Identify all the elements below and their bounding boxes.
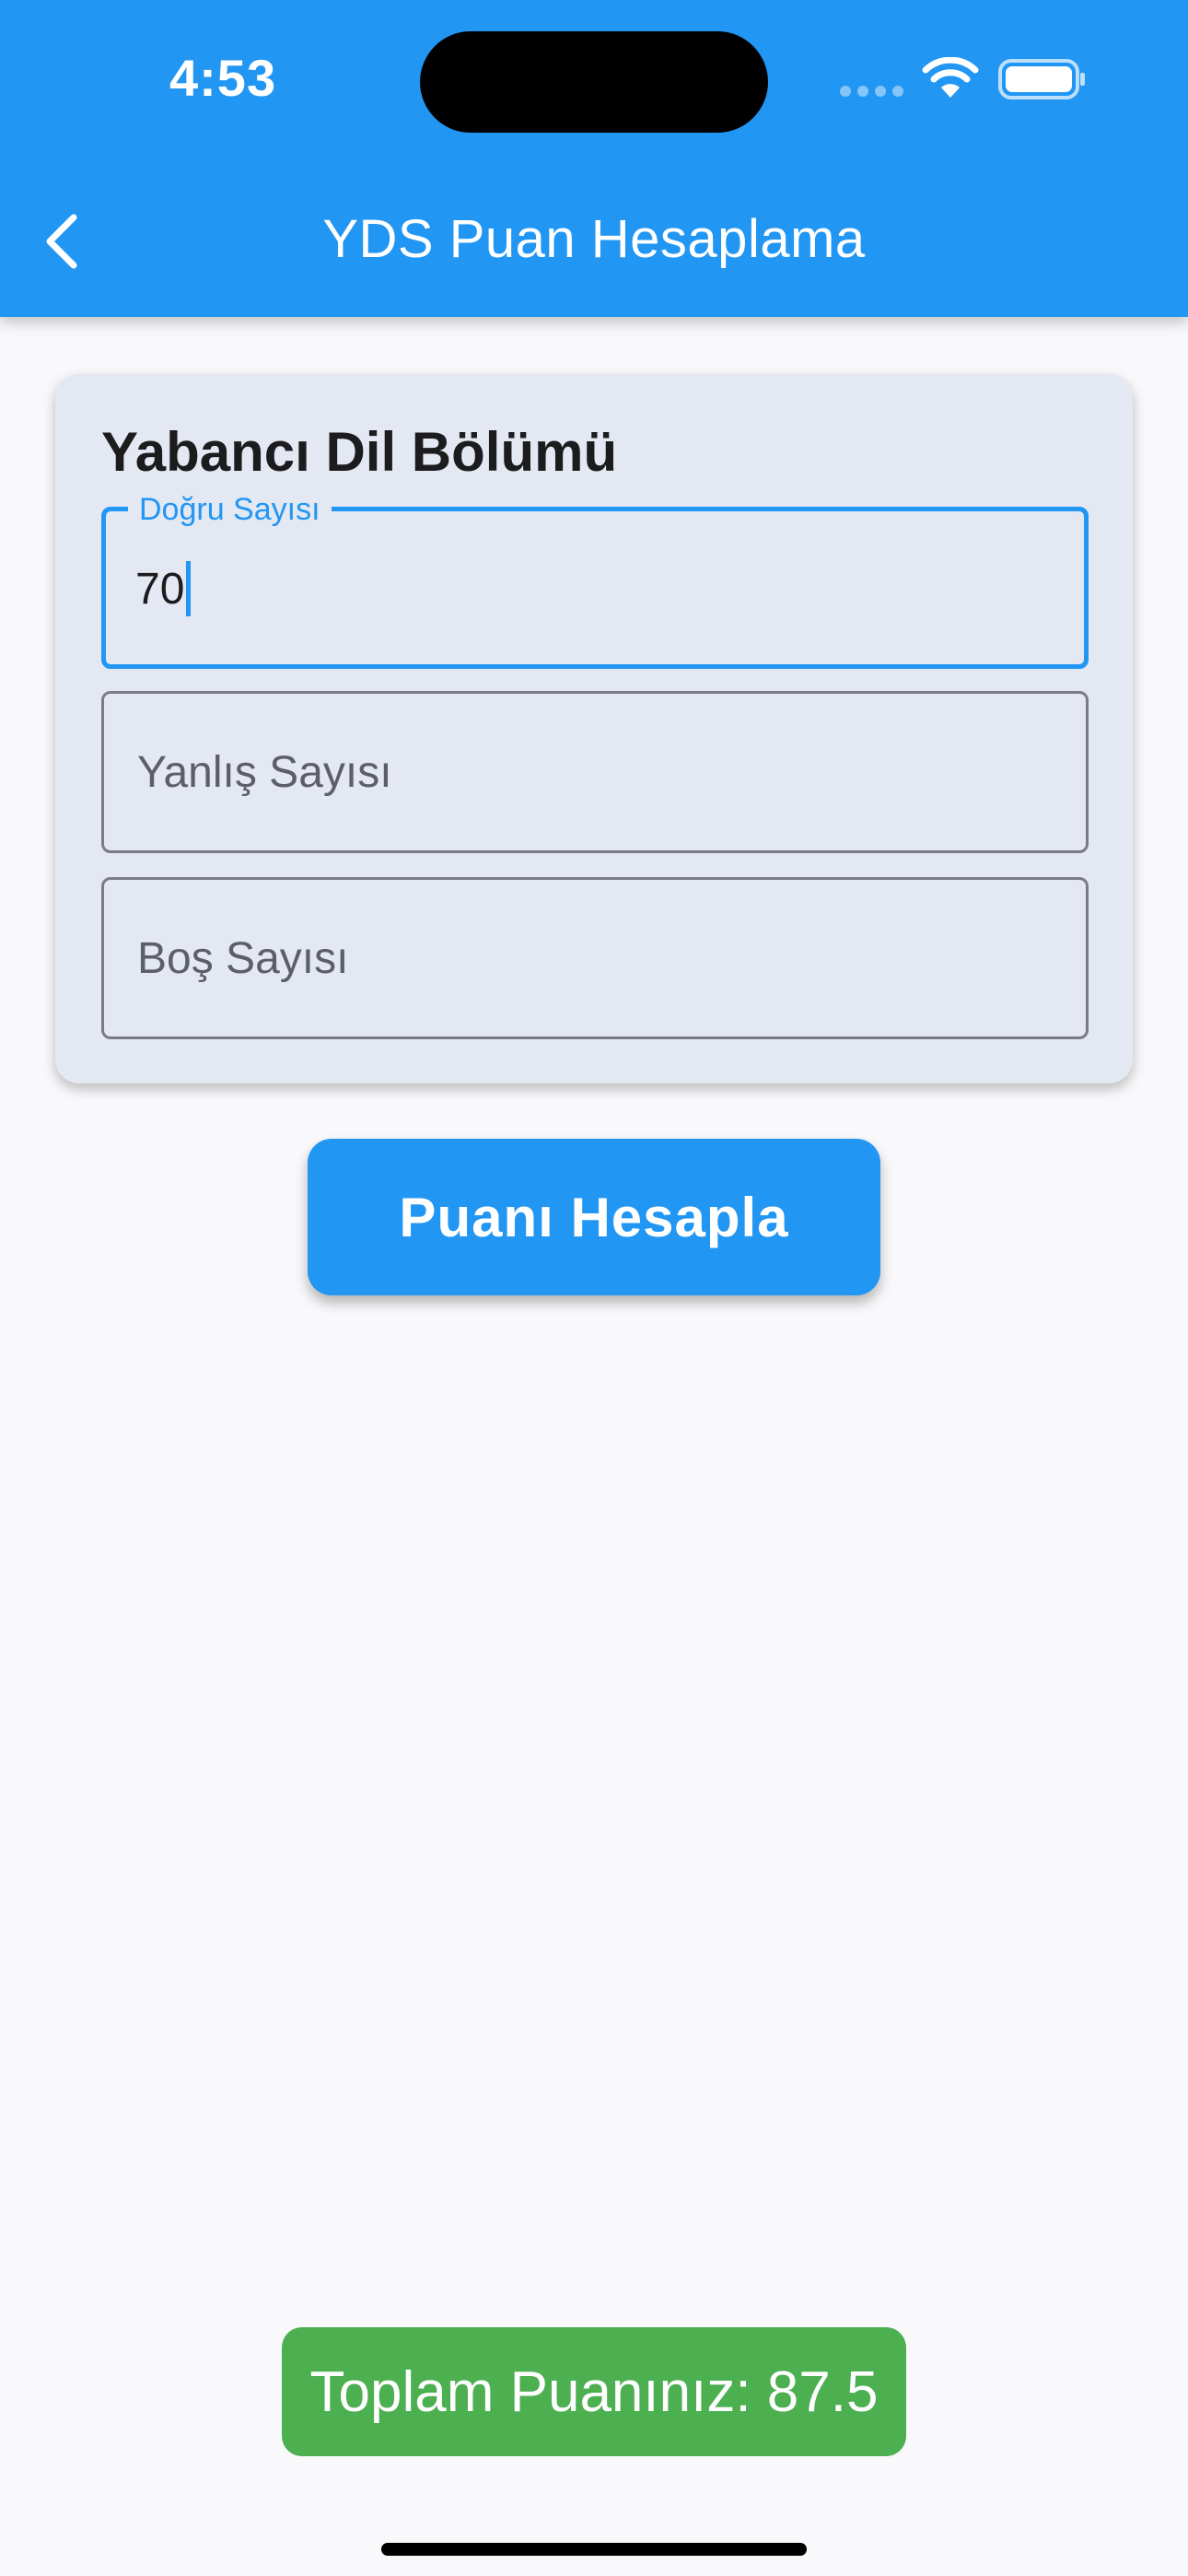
home-indicator[interactable] [381, 2543, 807, 2556]
section-card: Yabancı Dil Bölümü Doğru Sayısı 70 Yanlı… [55, 374, 1133, 1083]
screen: 4:53 YDS Puan Hesaplama Yabancı Dil Bölü… [0, 0, 1188, 2576]
wrong-count-input[interactable]: Yanlış Sayısı [101, 691, 1089, 853]
wifi-icon [922, 57, 979, 98]
total-score-result: Toplam Puanınız: 87.5 [282, 2327, 906, 2456]
page-title: YDS Puan Hesaplama [322, 209, 866, 269]
cellular-signal-icon [840, 86, 904, 99]
empty-count-input[interactable]: Boş Sayısı [101, 877, 1089, 1039]
app-bar: 4:53 YDS Puan Hesaplama [0, 0, 1188, 317]
calculate-score-button[interactable]: Puanı Hesapla [308, 1139, 880, 1295]
dynamic-island [420, 31, 768, 133]
empty-count-placeholder: Boş Sayısı [137, 934, 349, 983]
correct-count-value: 70 [135, 561, 192, 616]
text-caret [186, 561, 192, 616]
wrong-count-placeholder: Yanlış Sayısı [137, 748, 392, 797]
correct-count-input[interactable]: Doğru Sayısı 70 [101, 491, 1089, 669]
correct-count-text: 70 [135, 564, 185, 614]
correct-count-label: Doğru Sayısı [128, 491, 332, 528]
status-time: 4:53 [169, 49, 277, 107]
section-title: Yabancı Dil Bölümü [101, 421, 618, 483]
battery-icon [998, 59, 1085, 100]
